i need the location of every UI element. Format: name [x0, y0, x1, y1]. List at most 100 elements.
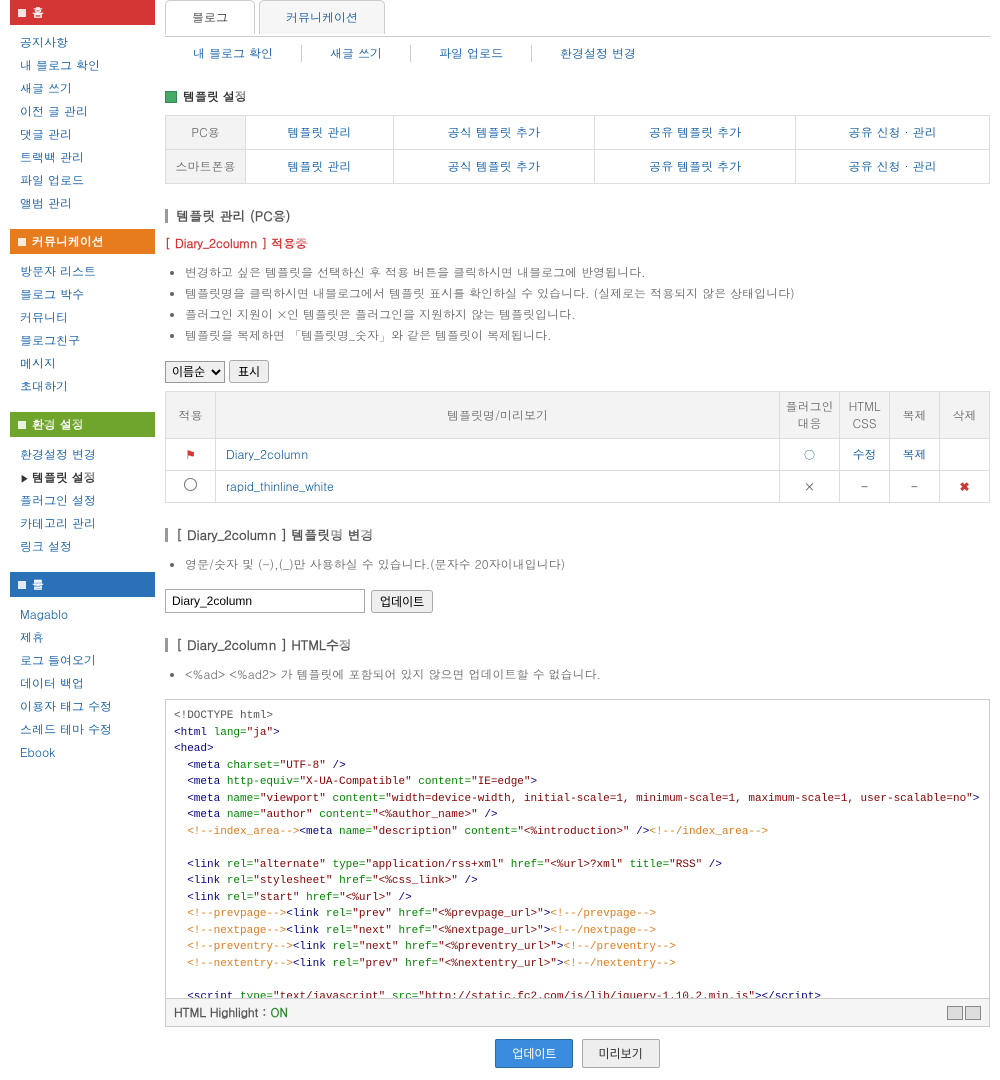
tpl-link-official[interactable]: 공식 템플릿 추가 — [448, 158, 540, 175]
sidebar-item-comments[interactable]: 댓글 관리 — [10, 123, 155, 146]
manage-title-text: 템플릿 관리 (PC용) — [176, 206, 290, 225]
sidebar-item-link[interactable]: 링크 설정 — [10, 535, 155, 558]
rename-input[interactable] — [165, 589, 365, 613]
sidebar-item-newpost[interactable]: 새글 쓰기 — [10, 77, 155, 100]
section-icon — [165, 91, 177, 103]
tpl-link-manage[interactable]: 템플릿 관리 — [287, 158, 351, 175]
chat-icon — [18, 238, 26, 246]
highlight-bar: HTML Highlight : ON — [165, 999, 990, 1027]
sidebar-item-messages[interactable]: 메시지 — [10, 352, 155, 375]
note-item: 템플릿을 복제하면 「템플릿명_숫자」와 같은 템플릿이 복제됩니다. — [185, 325, 990, 346]
sidebar-list-home: 공지사항 내 블로그 확인 새글 쓰기 이전 글 관리 댓글 관리 트랙백 관리… — [10, 25, 155, 229]
template-matrix: PC용 템플릿 관리 공식 템플릿 추가 공유 템플릿 추가 공유 신청 · 관… — [165, 115, 990, 184]
tpl-link-official[interactable]: 공식 템플릿 추가 — [448, 124, 540, 141]
highlight-state[interactable]: ON — [270, 1004, 287, 1021]
sidebar-item-usertag[interactable]: 이용자 태그 수정 — [10, 695, 155, 718]
sidebar-item-theme[interactable]: 스레드 테마 수정 — [10, 718, 155, 741]
table-row: PC용 템플릿 관리 공식 템플릿 추가 공유 템플릿 추가 공유 신청 · 관… — [166, 116, 990, 150]
expand-icon[interactable] — [947, 1006, 963, 1020]
bar-icon — [165, 209, 168, 223]
edit-link[interactable]: 수정 — [853, 446, 877, 463]
tpl-link-shared-manage[interactable]: 공유 신청 · 관리 — [849, 124, 937, 141]
sidebar-header-settings: 환경 설정 — [10, 412, 155, 437]
subnav: 내 블로그 확인 새글 쓰기 파일 업로드 환경설정 변경 — [165, 36, 990, 80]
applied-suffix: 적용중 — [271, 235, 307, 252]
applied-name: Diary_2column — [175, 235, 257, 252]
update-button[interactable]: 업데이트 — [495, 1039, 573, 1068]
subnav-write[interactable]: 새글 쓰기 — [302, 45, 411, 62]
sidebar-header-label: 커뮤니케이션 — [32, 233, 104, 250]
sidebar-item-album[interactable]: 앨범 관리 — [10, 192, 155, 215]
tab-blog[interactable]: 블로그 — [165, 0, 255, 34]
sidebar-item-affiliate[interactable]: 제휴 — [10, 626, 155, 649]
sidebar-item-prevposts[interactable]: 이전 글 관리 — [10, 100, 155, 123]
sort-select[interactable]: 이름순 — [165, 361, 225, 383]
col-plugin: 플러그인 대응 — [780, 392, 840, 439]
sidebar-item-visitors[interactable]: 방문자 리스트 — [10, 260, 155, 283]
table-row: ⚑ Diary_2column ○ 수정 복제 — [166, 439, 990, 471]
manage-title: 템플릿 관리 (PC용) — [165, 206, 990, 225]
template-name-link[interactable]: rapid_thinline_white — [226, 478, 334, 495]
action-row: 업데이트 미리보기 — [165, 1027, 990, 1080]
collapse-icon[interactable] — [965, 1006, 981, 1020]
table-row: 스마트폰용 템플릿 관리 공식 템플릿 추가 공유 템플릿 추가 공유 신청 ·… — [166, 150, 990, 184]
html-editor[interactable]: <!DOCTYPE html> <html lang="ja"> <head> … — [165, 699, 990, 999]
dup-link[interactable]: 복제 — [903, 446, 927, 463]
sidebar-item-plugin[interactable]: 플러그인 설정 — [10, 489, 155, 512]
editor-controls — [947, 1006, 981, 1020]
rename-notes: 영문/숫자 및 (-),(_)만 사용하실 수 있습니다.(문자수 20자이내입… — [165, 554, 990, 575]
apply-radio[interactable] — [184, 478, 197, 491]
sidebar-list-comm: 방문자 리스트 블로그 박수 커뮤니티 블로그친구 메시지 초대하기 — [10, 254, 155, 412]
sidebar-header-comm: 커뮤니케이션 — [10, 229, 155, 254]
sidebar-item-template[interactable]: 템플릿 설정 — [10, 466, 155, 489]
sort-row: 이름순 표시 — [165, 360, 990, 383]
notes-list: 변경하고 싶은 템플릿을 선택하신 후 적용 버튼을 클릭하시면 내블로그에 반… — [165, 262, 990, 346]
sidebar-item-backup[interactable]: 데이터 백업 — [10, 672, 155, 695]
bar-icon — [165, 528, 168, 542]
sidebar-item-notice[interactable]: 공지사항 — [10, 31, 155, 54]
tpl-link-shared-add[interactable]: 공유 템플릿 추가 — [649, 124, 741, 141]
plugin-cell[interactable]: ○ — [804, 446, 816, 463]
sidebar-item-upload[interactable]: 파일 업로드 — [10, 169, 155, 192]
subnav-check[interactable]: 내 블로그 확인 — [165, 45, 302, 62]
tpl-link-manage[interactable]: 템플릿 관리 — [287, 124, 351, 141]
tpl-link-shared-manage[interactable]: 공유 신청 · 관리 — [849, 158, 937, 175]
sidebar-item-env[interactable]: 환경설정 변경 — [10, 443, 155, 466]
sidebar-header-tools: 툴 — [10, 572, 155, 597]
row-header-pc: PC용 — [166, 116, 246, 150]
tab-comm[interactable]: 커뮤니케이션 — [259, 0, 385, 34]
sidebar-list-settings: 환경설정 변경 템플릿 설정 플러그인 설정 카테고리 관리 링크 설정 — [10, 437, 155, 572]
sidebar-item-category[interactable]: 카테고리 관리 — [10, 512, 155, 535]
sidebar-item-import[interactable]: 로그 들여오기 — [10, 649, 155, 672]
subnav-upload[interactable]: 파일 업로드 — [411, 45, 532, 62]
sidebar-item-magablo[interactable]: Magablo — [10, 603, 155, 626]
subnav-settings[interactable]: 환경설정 변경 — [532, 45, 664, 62]
edit-cell: - — [840, 471, 890, 503]
note-item: 템플릿명을 클릭하시면 내블로그에서 템플릿 표시를 확인하실 수 있습니다. … — [185, 283, 990, 304]
del-cell — [940, 439, 990, 471]
rename-prefix: [ Diary_2column ] — [176, 525, 287, 544]
rename-button[interactable]: 업데이트 — [371, 590, 433, 613]
sidebar-item-myblog[interactable]: 내 블로그 확인 — [10, 54, 155, 77]
note-item: 변경하고 싶은 템플릿을 선택하신 후 적용 버튼을 클릭하시면 내블로그에 반… — [185, 262, 990, 283]
sidebar-item-clap[interactable]: 블로그 박수 — [10, 283, 155, 306]
sidebar-item-ebook[interactable]: Ebook — [10, 741, 155, 764]
col-html: HTML CSS — [840, 392, 890, 439]
tpl-link-shared-add[interactable]: 공유 템플릿 추가 — [649, 158, 741, 175]
sidebar-header-home: 홈 — [10, 0, 155, 25]
note-item: 플러그인 지원이 ×인 템플릿은 플러그인을 지원하지 않는 템플릿입니다. — [185, 304, 990, 325]
sidebar-header-label: 툴 — [32, 576, 44, 593]
rename-title-text: 템플릿명 변경 — [291, 525, 373, 544]
flag-icon: ⚑ — [185, 446, 196, 463]
sidebar: 홈 공지사항 내 블로그 확인 새글 쓰기 이전 글 관리 댓글 관리 트랙백 … — [10, 0, 155, 1080]
delete-icon[interactable]: ✖ — [959, 478, 969, 495]
sidebar-item-invite[interactable]: 초대하기 — [10, 375, 155, 398]
htmledit-prefix: [ Diary_2column ] — [176, 635, 287, 654]
sort-button[interactable]: 표시 — [229, 360, 269, 383]
preview-button[interactable]: 미리보기 — [582, 1039, 660, 1068]
sidebar-item-friends[interactable]: 블로그친구 — [10, 329, 155, 352]
template-list-table: 적용 템플릿명/미리보기 플러그인 대응 HTML CSS 복제 삭제 ⚑ Di… — [165, 391, 990, 503]
sidebar-item-trackback[interactable]: 트랙백 관리 — [10, 146, 155, 169]
template-name-link[interactable]: Diary_2column — [226, 446, 308, 463]
sidebar-item-community[interactable]: 커뮤니티 — [10, 306, 155, 329]
